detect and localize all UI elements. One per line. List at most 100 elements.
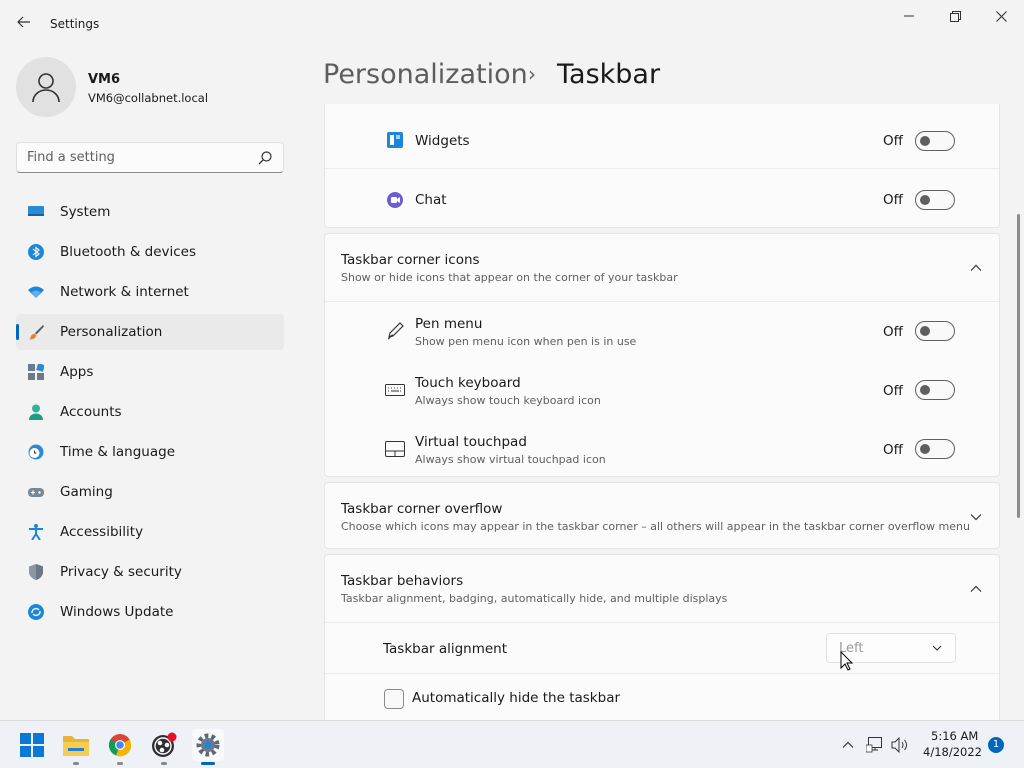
settings-taskbar-button[interactable]	[192, 729, 224, 765]
chrome-icon	[108, 734, 132, 757]
wifi-icon	[28, 286, 44, 298]
chat-label: Chat	[415, 192, 447, 208]
sidebar-item-bluetooth[interactable]: Bluetooth & devices	[16, 234, 284, 270]
widgets-toggle[interactable]	[915, 131, 955, 151]
keyboard-icon	[385, 384, 405, 396]
gamepad-icon	[28, 488, 44, 497]
breadcrumb-parent[interactable]: Personalization	[323, 59, 528, 90]
autohide-checkbox[interactable]	[384, 689, 404, 709]
pen-menu-description: Show pen menu icon when pen is in use	[415, 335, 637, 348]
sidebar-item-label: Personalization	[60, 324, 163, 340]
bluetooth-icon	[28, 244, 44, 260]
shield-icon	[29, 564, 43, 580]
virtual-touchpad-description: Always show virtual touchpad icon	[415, 453, 606, 466]
volume-tray-button[interactable]	[890, 735, 910, 755]
corner-overflow-card[interactable]: Taskbar corner overflow Choose which ico…	[324, 482, 1000, 549]
minimize-icon	[904, 15, 914, 17]
behaviors-title: Taskbar behaviors	[341, 573, 464, 589]
sidebar-item-apps[interactable]: Apps	[16, 354, 284, 390]
minimize-button[interactable]	[886, 4, 932, 28]
chevron-up-icon[interactable]	[969, 261, 983, 275]
person-icon	[29, 404, 43, 420]
behaviors-description: Taskbar alignment, badging, automaticall…	[341, 592, 728, 605]
chat-state: Off	[883, 192, 903, 208]
touch-keyboard-description: Always show touch keyboard icon	[415, 394, 601, 407]
sidebar-item-network[interactable]: Network & internet	[16, 274, 284, 310]
folder-icon	[63, 736, 89, 756]
user-name: VM6	[88, 72, 121, 87]
touch-keyboard-toggle[interactable]	[915, 380, 955, 400]
show-hidden-icons-button[interactable]	[838, 735, 858, 755]
chevron-up-icon[interactable]	[969, 582, 983, 596]
search-icon	[258, 151, 272, 165]
restore-button[interactable]	[932, 4, 978, 28]
notification-badge[interactable]: 1	[988, 737, 1004, 753]
corner-icons-title: Taskbar corner icons	[341, 252, 480, 268]
sidebar-item-label: Accessibility	[60, 524, 144, 540]
virtual-touchpad-state: Off	[883, 442, 903, 458]
active-indicator	[201, 762, 215, 765]
avatar[interactable]	[16, 57, 76, 117]
virtual-touchpad-toggle[interactable]	[915, 439, 955, 459]
pen-menu-state: Off	[883, 324, 903, 340]
scrollbar[interactable]	[1017, 214, 1020, 518]
volume-icon	[891, 737, 907, 753]
virtual-touchpad-label: Virtual touchpad	[415, 434, 527, 450]
chrome-button[interactable]	[104, 729, 136, 765]
pen-menu-toggle[interactable]	[915, 321, 955, 341]
search-input[interactable]: Find a setting	[16, 142, 284, 173]
sidebar-item-label: Time & language	[60, 444, 176, 460]
touch-keyboard-state: Off	[883, 383, 903, 399]
back-button[interactable]	[12, 12, 36, 36]
chat-toggle[interactable]	[915, 190, 955, 210]
sidebar-item-label: Windows Update	[60, 604, 174, 620]
sidebar-item-label: Bluetooth & devices	[60, 244, 197, 260]
sidebar-item-accessibility[interactable]: Accessibility	[16, 514, 284, 550]
brush-icon	[29, 325, 44, 340]
corner-overflow-title: Taskbar corner overflow	[341, 501, 503, 517]
autohide-label: Automatically hide the taskbar	[412, 690, 621, 706]
sidebar-item-label: Apps	[60, 364, 94, 380]
chat-icon	[387, 192, 403, 208]
search-placeholder: Find a setting	[27, 150, 115, 165]
running-indicator	[161, 762, 167, 765]
running-indicator	[117, 762, 123, 765]
sidebar-item-privacy[interactable]: Privacy & security	[16, 554, 284, 590]
accessibility-icon	[29, 524, 43, 540]
widgets-label: Widgets	[415, 133, 470, 149]
pen-icon	[387, 322, 404, 340]
title-bar: Settings	[0, 0, 1024, 48]
start-button[interactable]	[16, 729, 48, 761]
obs-button[interactable]	[148, 729, 180, 765]
sidebar-item-gaming[interactable]: Gaming	[16, 474, 284, 510]
sidebar-item-label: System	[60, 204, 111, 220]
close-button[interactable]	[978, 4, 1024, 28]
network-tray-button[interactable]	[865, 735, 885, 755]
sidebar-item-system[interactable]: System	[16, 194, 284, 230]
sidebar-nav: System Bluetooth & devices Network & int…	[16, 194, 284, 634]
page-title: Taskbar	[557, 59, 661, 90]
widgets-icon	[387, 132, 403, 148]
sidebar-item-personalization[interactable]: Personalization	[16, 314, 284, 350]
divider	[325, 168, 999, 169]
running-indicator	[73, 762, 79, 765]
chevron-down-icon	[932, 645, 942, 651]
widgets-state: Off	[883, 133, 903, 149]
touch-keyboard-label: Touch keyboard	[415, 375, 521, 391]
touchpad-icon	[385, 441, 405, 457]
monitor-icon	[28, 206, 44, 216]
app-title: Settings	[50, 17, 100, 31]
clock-time: 5:16 AM	[931, 729, 979, 743]
divider	[325, 301, 999, 302]
sidebar-item-label: Network & internet	[60, 284, 189, 300]
taskbar-items-card: Widgets Off Chat Off	[324, 104, 1000, 228]
corner-icons-card: Taskbar corner icons Show or hide icons …	[324, 233, 1000, 477]
user-email: VM6@collabnet.local	[88, 91, 209, 105]
system-taskbar: 5:16 AM 4/18/2022 1	[0, 720, 1024, 768]
sidebar-item-accounts[interactable]: Accounts	[16, 394, 284, 430]
sidebar-item-time-language[interactable]: Time & language	[16, 434, 284, 470]
file-explorer-button[interactable]	[60, 729, 92, 765]
sidebar-item-windows-update[interactable]: Windows Update	[16, 594, 284, 630]
chevron-down-icon[interactable]	[969, 510, 983, 524]
clock-globe-icon	[28, 444, 44, 460]
